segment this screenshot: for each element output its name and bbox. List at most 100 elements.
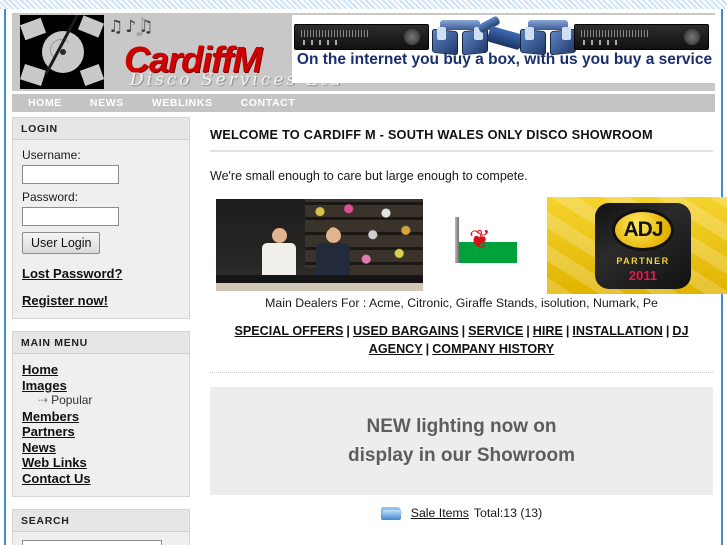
sale-items-link[interactable]: Sale Items <box>411 506 469 520</box>
sale-items-row: Sale Items Total:13 (13) <box>210 505 713 521</box>
image-collage: ❦ ADJ PARTNER 2011 <box>210 197 727 294</box>
amplifier-grill <box>301 30 369 37</box>
lost-password-link[interactable]: Lost Password? <box>22 266 180 281</box>
vinyl-notch <box>19 17 47 41</box>
promo-line-2: display in our Showroom <box>348 445 575 466</box>
section-divider <box>210 372 713 373</box>
shop-floor <box>216 283 423 291</box>
main-content: WELCOME TO CARDIFF M - SOUTH WALES ONLY … <box>190 117 727 537</box>
staff-head <box>271 228 287 243</box>
amplifier-knobs <box>583 40 623 45</box>
nav-item-weblinks[interactable]: WEBLINKS <box>152 97 213 109</box>
promo-banner[interactable]: NEW lighting now on display in our Showr… <box>210 387 713 495</box>
login-module-title: LOGIN <box>13 118 189 140</box>
sidebar-item-home[interactable]: Home <box>22 362 180 378</box>
register-now-link[interactable]: Register now! <box>22 293 180 308</box>
nav-item-news[interactable]: NEWS <box>90 97 124 109</box>
search-module: SEARCH <box>12 509 190 545</box>
main-menu-body: Home Images ⇢ Popular Members Partners Ne… <box>13 354 189 496</box>
vinyl-notch <box>77 15 105 38</box>
disco-light-icon <box>520 20 576 56</box>
search-module-body <box>13 532 189 545</box>
vinyl-record-icon <box>19 15 105 89</box>
adj-partner-banner: ADJ PARTNER 2011 <box>547 197 727 294</box>
adj-partner-year: 2011 <box>628 268 658 283</box>
staff-head <box>325 228 341 243</box>
login-module-body: Username: Password: User Login Lost Pass… <box>13 140 189 318</box>
quick-links: SPECIAL OFFERS | USED BARGAINS | SERVICE | HIR… <box>210 322 713 358</box>
sidebar-item-partners[interactable]: Partners <box>22 424 180 440</box>
top-decorative-stripe <box>0 0 727 9</box>
title-divider <box>210 150 713 152</box>
promo-line-1: NEW lighting now on <box>366 416 557 437</box>
password-label: Password: <box>22 190 79 204</box>
search-module-title: SEARCH <box>13 510 189 532</box>
amplifier-icon <box>294 24 429 50</box>
adj-logo-disc: ADJ <box>612 209 674 251</box>
folder-front <box>380 510 402 520</box>
sidebar-item-web-links[interactable]: Web Links <box>22 455 180 471</box>
header-banner[interactable]: On the internet you buy a box, with us y… <box>292 15 715 83</box>
adj-partner-label: PARTNER <box>616 256 670 266</box>
light-lens-left <box>525 27 534 40</box>
quick-link-separator: | <box>526 324 530 338</box>
login-module: LOGIN Username: Password: User Login Los… <box>12 117 190 319</box>
main-menu-module: MAIN MENU Home Images ⇢ Popular Members P… <box>12 331 190 497</box>
sidebar-item-news[interactable]: News <box>22 440 180 456</box>
body-wrapper: LOGIN Username: Password: User Login Los… <box>12 117 727 545</box>
staff-person <box>262 228 296 281</box>
adj-logo-text: ADJ <box>623 218 663 241</box>
page-root: ♫♪♫ ♪ CardiffM Disco Services Ltd On the… <box>0 0 727 545</box>
light-lens-left <box>437 27 446 40</box>
intro-text: We're small enough to care but large eno… <box>210 169 528 183</box>
sidebar-item-members[interactable]: Members <box>22 409 180 425</box>
adj-badge: ADJ PARTNER 2011 <box>595 203 691 289</box>
top-navigation: HOME NEWS WEBLINKS CONTACT <box>12 94 715 112</box>
sub-arrow-icon: ⇢ <box>38 393 49 407</box>
sale-items-total: Total:13 (13) <box>473 506 543 520</box>
banner-tagline: On the internet you buy a box, with us y… <box>296 51 713 68</box>
username-input[interactable] <box>22 165 119 184</box>
quick-link-separator: | <box>565 324 570 338</box>
scanner-body <box>486 25 524 51</box>
main-menu-title: MAIN MENU <box>13 332 189 354</box>
banner-equipment-graphics <box>292 15 715 56</box>
quick-link-separator: | <box>461 324 466 338</box>
vinyl-notch <box>79 64 105 86</box>
nav-item-home[interactable]: HOME <box>28 97 62 109</box>
sidebar-item-contact-us[interactable]: Contact Us <box>22 471 180 487</box>
search-input[interactable] <box>22 540 162 545</box>
staff-person <box>316 228 350 281</box>
quick-link-separator: | <box>425 342 430 356</box>
welsh-flag-icon: ❦ <box>455 217 517 263</box>
main-dealers-line: Main Dealers For : Acme, Citronic, Giraf… <box>265 296 658 310</box>
light-lens-right <box>562 27 571 40</box>
quick-link-separator: | <box>665 324 670 338</box>
shop-photo <box>216 199 423 291</box>
folder-icon <box>380 505 403 521</box>
quick-link-service[interactable]: SERVICE <box>468 324 523 338</box>
amplifier-knobs <box>303 40 343 45</box>
quick-link-separator: | <box>346 324 350 338</box>
amplifier-grill <box>581 30 649 37</box>
quick-link-company-history[interactable]: COMPANY HISTORY <box>432 342 554 356</box>
password-input[interactable] <box>22 207 119 226</box>
nav-item-contact[interactable]: CONTACT <box>241 97 296 109</box>
sidebar-item-popular[interactable]: ⇢ Popular <box>22 393 180 409</box>
site-header: ♫♪♫ ♪ CardiffM Disco Services Ltd On the… <box>12 13 715 91</box>
username-label: Username: <box>22 148 81 162</box>
user-login-button[interactable]: User Login <box>22 232 101 254</box>
sidebar-item-popular-label: Popular <box>51 393 93 407</box>
sidebar-item-images[interactable]: Images <box>22 378 180 394</box>
sidebar: LOGIN Username: Password: User Login Los… <box>12 117 190 545</box>
amplifier-icon <box>574 24 709 50</box>
site-frame: ♫♪♫ ♪ CardiffM Disco Services Ltd On the… <box>4 9 727 545</box>
page-title: WELCOME TO CARDIFF M - SOUTH WALES ONLY … <box>210 127 653 142</box>
quick-link-special-offers[interactable]: SPECIAL OFFERS <box>234 324 343 338</box>
quick-link-installation[interactable]: INSTALLATION <box>572 324 662 338</box>
quick-link-used-bargains[interactable]: USED BARGAINS <box>353 324 459 338</box>
welsh-dragon-icon: ❦ <box>469 224 491 254</box>
scanner-light-icon <box>477 15 526 54</box>
vinyl-notch <box>20 63 46 87</box>
quick-link-hire[interactable]: HIRE <box>533 324 563 338</box>
